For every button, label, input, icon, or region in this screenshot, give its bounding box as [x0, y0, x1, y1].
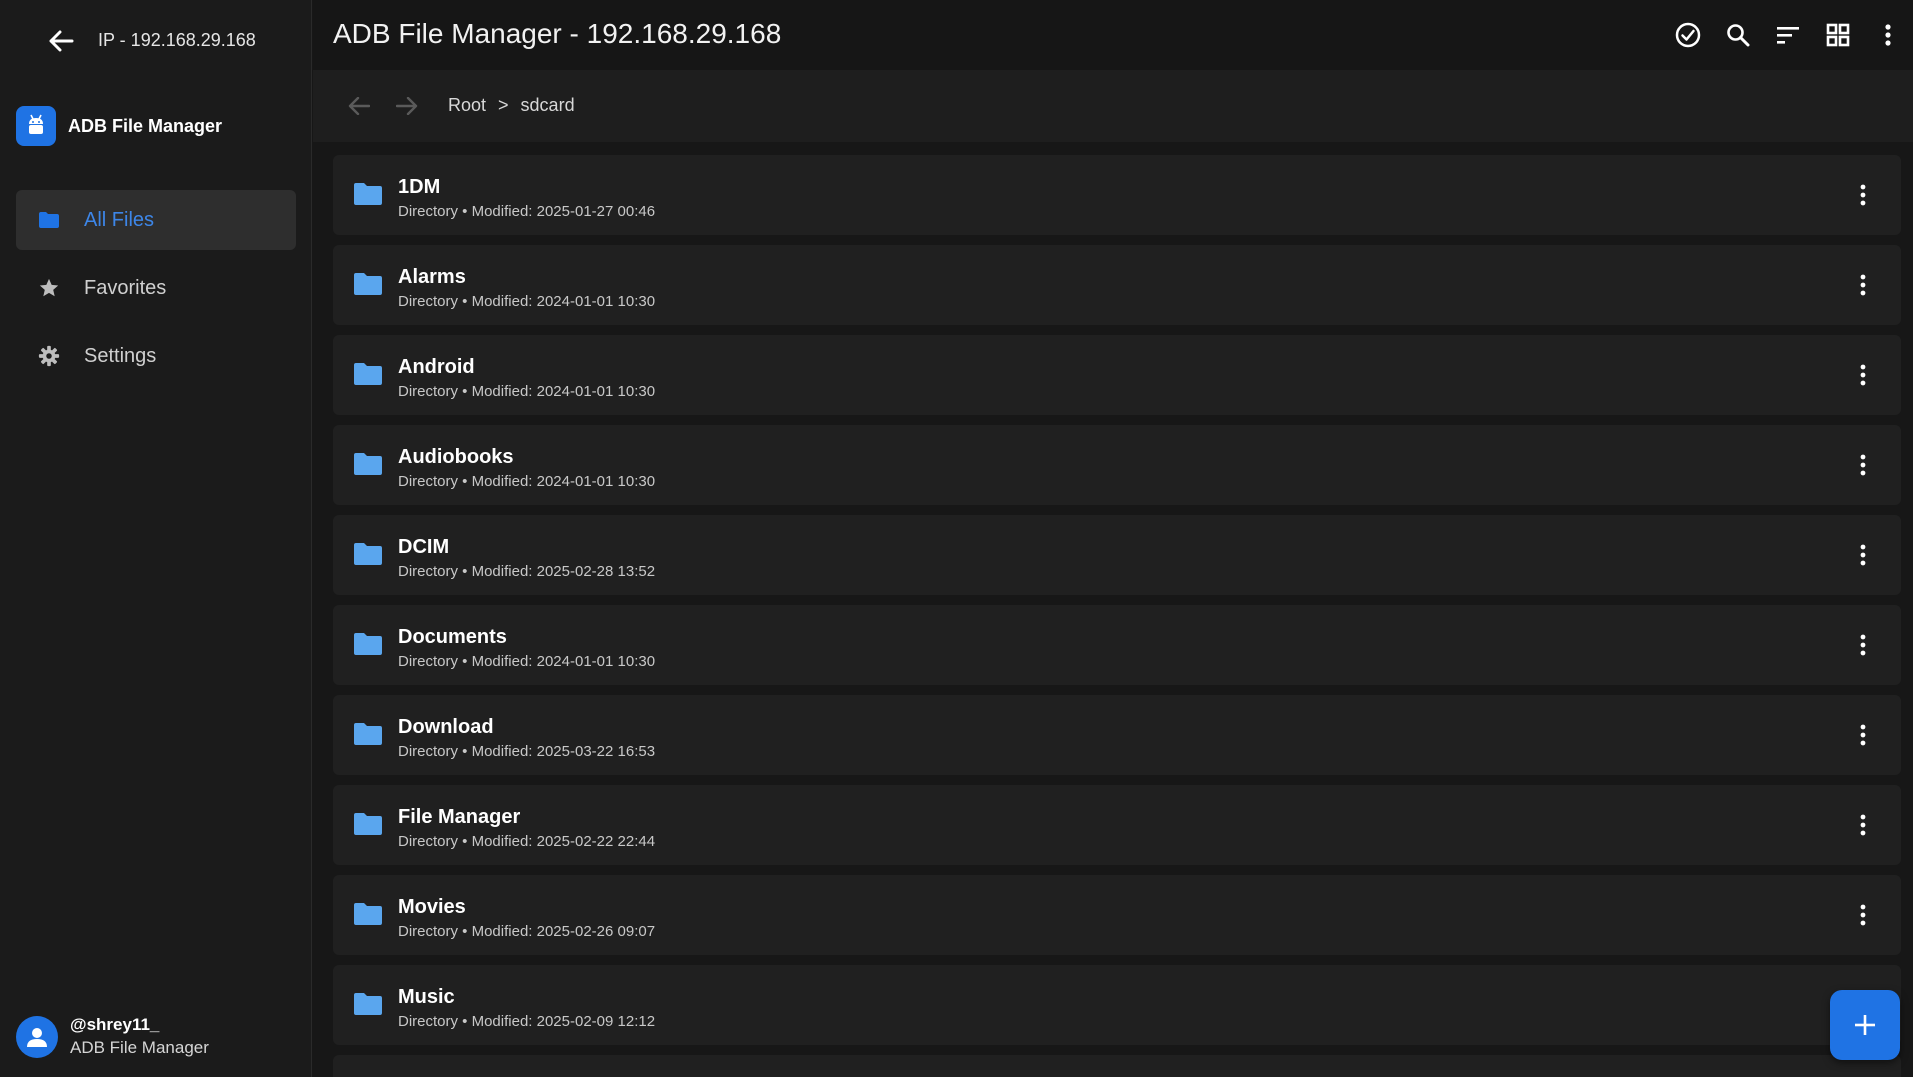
device-ip-label: IP - 192.168.29.168 [98, 30, 256, 50]
list-item[interactable]: Music Directory • Modified: 2025-02-09 1… [333, 965, 1901, 1045]
more-vert-icon[interactable] [1863, 14, 1913, 56]
file-meta: Directory • Modified: 2024-01-01 10:30 [398, 473, 656, 490]
list-item[interactable]: Documents Directory • Modified: 2024-01-… [333, 605, 1901, 685]
breadcrumb-root[interactable]: Root [448, 95, 486, 116]
sidebar-header: IP - 192.168.29.168 [0, 0, 312, 80]
folder-icon [354, 273, 382, 295]
file-name: Download [398, 716, 494, 738]
user-profile[interactable]: @shrey11_ ADB File Manager [16, 1014, 209, 1060]
user-handle: @shrey11_ [70, 1015, 160, 1034]
more-vert-icon[interactable] [1843, 535, 1883, 575]
android-logo-icon [16, 106, 56, 146]
user-app-name: ADB File Manager [70, 1038, 209, 1057]
list-item[interactable]: Audiobooks Directory • Modified: 2024-01… [333, 425, 1901, 505]
file-name: File Manager [398, 806, 521, 828]
list-item[interactable]: Download Directory • Modified: 2025-03-2… [333, 695, 1901, 775]
gear-icon [36, 343, 62, 369]
more-vert-icon[interactable] [1843, 265, 1883, 305]
breadcrumb: Root > sdcard [448, 95, 575, 116]
file-meta: Directory • Modified: 2025-02-22 22:44 [398, 833, 656, 850]
folder-icon [354, 903, 382, 925]
file-meta: Directory • Modified: 2025-03-22 16:53 [398, 743, 656, 760]
more-vert-icon[interactable] [1843, 805, 1883, 845]
folder-icon [354, 723, 382, 745]
list-item[interactable]: 1DM Directory • Modified: 2025-01-27 00:… [333, 155, 1901, 235]
app-window: IP - 192.168.29.168 ADB File Manager All… [0, 0, 1913, 1077]
grid-view-icon[interactable] [1813, 14, 1863, 56]
sidebar-item-label: Favorites [84, 276, 167, 299]
more-vert-icon[interactable] [1843, 445, 1883, 485]
breadcrumb-bar: Root > sdcard [313, 70, 1913, 142]
sidebar-nav: All Files Favorites Settings [16, 190, 296, 394]
file-name: 1DM [398, 176, 441, 198]
folder-icon [354, 453, 382, 475]
list-item[interactable]: Android Directory • Modified: 2024-01-01… [333, 335, 1901, 415]
more-vert-icon[interactable] [1843, 625, 1883, 665]
select-all-icon[interactable] [1663, 14, 1713, 56]
brand-name: ADB File Manager [68, 115, 223, 136]
nav-back-icon[interactable] [343, 90, 375, 122]
star-icon [36, 275, 62, 301]
file-name: DCIM [398, 536, 450, 558]
sidebar-item-label: Settings [84, 344, 157, 367]
folder-icon [354, 363, 382, 385]
sidebar-item-favorites[interactable]: Favorites [16, 258, 296, 318]
folder-icon [354, 813, 382, 835]
sidebar-item-all-files[interactable]: All Files [16, 190, 296, 250]
file-meta: Directory • Modified: 2024-01-01 10:30 [398, 653, 656, 670]
sidebar-item-label: All Files [84, 208, 155, 231]
back-arrow-icon[interactable] [44, 24, 78, 58]
breadcrumb-current[interactable]: sdcard [521, 95, 575, 116]
add-button[interactable] [1830, 990, 1900, 1060]
more-vert-icon[interactable] [1843, 175, 1883, 215]
top-app-bar: ADB File Manager - 192.168.29.168 [313, 0, 1913, 70]
list-item[interactable]: File Manager Directory • Modified: 2025-… [333, 785, 1901, 865]
more-vert-icon[interactable] [1843, 895, 1883, 935]
plus-icon [1855, 1015, 1875, 1035]
sidebar-item-settings[interactable]: Settings [16, 326, 296, 386]
list-item[interactable]: DCIM Directory • Modified: 2025-02-28 13… [333, 515, 1901, 595]
file-meta: Directory • Modified: 2025-01-27 00:46 [398, 203, 656, 220]
list-item[interactable]: Alarms Directory • Modified: 2024-01-01 … [333, 245, 1901, 325]
sort-icon[interactable] [1763, 14, 1813, 56]
file-name: Movies [398, 896, 466, 918]
file-meta: Directory • Modified: 2024-01-01 10:30 [398, 383, 656, 400]
header-actions [1663, 14, 1913, 56]
file-meta: Directory • Modified: 2025-02-28 13:52 [398, 563, 656, 580]
folder-icon [354, 543, 382, 565]
avatar [16, 1016, 58, 1058]
breadcrumb-separator: > [498, 95, 509, 115]
file-meta: Directory • Modified: 2025-02-09 12:12 [398, 1013, 656, 1030]
file-name: Audiobooks [398, 446, 514, 468]
more-vert-icon[interactable] [1843, 715, 1883, 755]
search-icon[interactable] [1713, 14, 1763, 56]
folder-icon [36, 207, 62, 233]
folder-icon [354, 993, 382, 1015]
file-meta: Directory • Modified: 2025-02-26 09:07 [398, 923, 656, 940]
file-list: 1DM Directory • Modified: 2025-01-27 00:… [333, 155, 1901, 1077]
file-meta: Directory • Modified: 2024-01-01 10:30 [398, 293, 656, 310]
sidebar: IP - 192.168.29.168 ADB File Manager All… [0, 0, 312, 1077]
folder-icon [354, 633, 382, 655]
brand: ADB File Manager [16, 106, 222, 146]
file-name: Alarms [398, 266, 466, 288]
file-name: Android [398, 356, 475, 378]
more-vert-icon[interactable] [1843, 355, 1883, 395]
list-item[interactable] [333, 1055, 1901, 1077]
page-title: ADB File Manager - 192.168.29.168 [333, 18, 782, 49]
file-name: Documents [398, 626, 507, 648]
folder-icon [354, 183, 382, 205]
file-name: Music [398, 986, 455, 1008]
nav-forward-icon[interactable] [391, 90, 423, 122]
list-item[interactable]: Movies Directory • Modified: 2025-02-26 … [333, 875, 1901, 955]
